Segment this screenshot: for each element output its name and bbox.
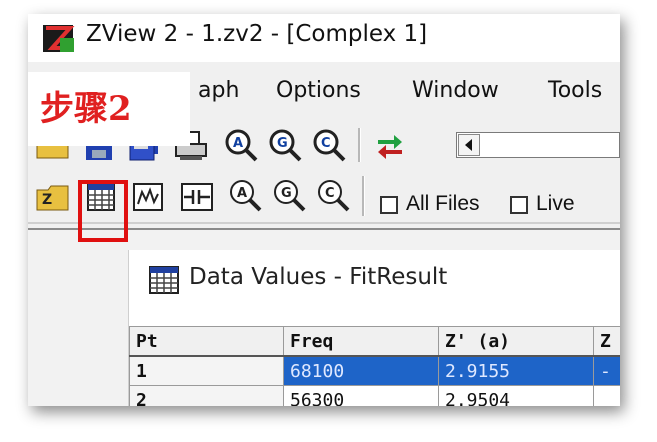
cell-z-real[interactable]: 2.9155 <box>438 355 594 386</box>
step-label: 步骤2 <box>28 72 190 146</box>
all-files-label: All Files <box>406 192 480 215</box>
highlight-box <box>78 180 128 242</box>
zoom-g-icon[interactable]: G <box>268 128 302 166</box>
zoom-a-outline-icon[interactable]: A <box>228 178 262 216</box>
circuit-icon[interactable] <box>180 182 214 216</box>
cell-pt[interactable]: 1 <box>129 355 284 386</box>
zview-app-icon[interactable] <box>42 24 76 58</box>
screenshot-frame: ZView 2 - 1.zv2 - [Complex 1] aph Option… <box>28 14 620 406</box>
svg-text:A: A <box>237 186 247 201</box>
svg-text:C: C <box>325 186 335 201</box>
cell-z-imag[interactable] <box>593 385 620 406</box>
data-values-title: Data Values - FitResult <box>189 264 448 290</box>
all-files-checkbox[interactable] <box>380 196 398 214</box>
zoom-g-outline-icon[interactable]: G <box>272 178 306 216</box>
live-checkbox[interactable] <box>510 196 528 214</box>
column-header-z-imag[interactable]: Z <box>593 326 620 357</box>
svg-text:G: G <box>277 136 288 151</box>
scroll-left-button[interactable] <box>458 134 480 156</box>
cell-freq[interactable]: 56300 <box>283 385 439 406</box>
menu-item-tools[interactable]: Tools <box>548 78 602 103</box>
zoom-c-outline-icon[interactable]: C <box>316 178 350 216</box>
svg-text:C: C <box>321 136 331 151</box>
window-title: ZView 2 - 1.zv2 - [Complex 1] <box>86 21 428 47</box>
live-label: Live <box>536 192 575 215</box>
menu-item-graph[interactable]: aph <box>198 78 239 103</box>
table-row[interactable]: 1 68100 2.9155 - <box>129 355 620 386</box>
scroll-track[interactable] <box>456 132 620 158</box>
menu-item-options[interactable]: Options <box>276 78 361 103</box>
data-values-icon <box>149 266 179 300</box>
cell-z-imag[interactable]: - <box>593 355 620 386</box>
fit-icon[interactable] <box>132 182 164 216</box>
zoom-c-icon[interactable]: C <box>312 128 346 166</box>
swap-arrows-icon[interactable] <box>374 132 406 164</box>
cell-pt[interactable]: 2 <box>129 385 284 406</box>
open-z-file-icon[interactable]: Z <box>36 182 70 216</box>
svg-text:G: G <box>281 186 292 201</box>
svg-text:Z: Z <box>42 192 52 208</box>
cell-z-real[interactable]: 2.9504 <box>438 385 594 406</box>
data-values-window: Data Values - FitResult Pt Freq Z' (a) Z… <box>128 250 620 406</box>
toolbar-separator <box>362 176 365 216</box>
cell-freq[interactable]: 68100 <box>283 355 439 386</box>
title-bar: ZView 2 - 1.zv2 - [Complex 1] <box>28 14 620 62</box>
toolbar-separator <box>358 128 361 162</box>
table-row[interactable]: 2 56300 2.9504 <box>129 385 620 406</box>
menu-item-window[interactable]: Window <box>412 78 499 103</box>
column-header-pt[interactable]: Pt <box>129 326 284 357</box>
column-header-freq[interactable]: Freq <box>283 326 439 357</box>
column-header-z-real[interactable]: Z' (a) <box>438 326 594 357</box>
svg-text:A: A <box>233 136 243 151</box>
arrow-left-icon <box>465 139 472 151</box>
zoom-a-icon[interactable]: A <box>224 128 258 166</box>
data-grid: Pt Freq Z' (a) Z 1 68100 2.9155 - 2 5630… <box>129 326 620 406</box>
